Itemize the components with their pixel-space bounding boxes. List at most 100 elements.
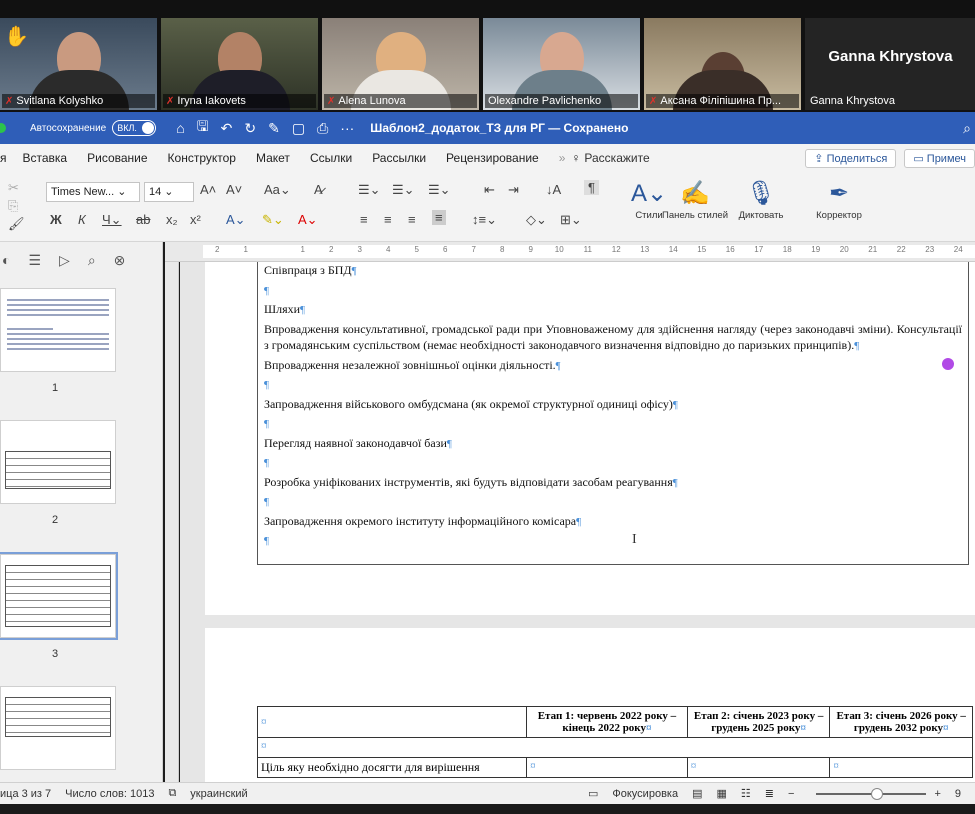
close-icon[interactable]: ⊗ <box>114 252 126 269</box>
tab-review[interactable]: Рецензирование <box>446 151 539 165</box>
word-count[interactable]: Число слов: 1013 <box>65 788 154 800</box>
window-zoom-button[interactable] <box>0 123 6 133</box>
new-doc-icon[interactable]: ▢ <box>292 120 305 137</box>
tab-mailings[interactable]: Рассылки <box>372 151 426 165</box>
tab-home[interactable]: я <box>0 151 7 165</box>
page-thumbnail[interactable] <box>0 420 116 504</box>
font-size-select[interactable]: 14 ⌄ <box>144 182 194 202</box>
table-header-stage-1[interactable]: Етап 1: червень 2022 року – кінець 2022 … <box>526 706 688 738</box>
proofing-icon[interactable]: ⧉ <box>168 787 176 800</box>
format-painter-icon[interactable]: 🖌 <box>8 216 25 232</box>
cut-icon[interactable]: ✂ <box>8 180 19 196</box>
numbering-icon[interactable]: ☰⌄ <box>392 182 415 198</box>
vertical-ruler[interactable] <box>165 262 179 782</box>
strikethrough-icon[interactable]: ab <box>136 212 150 227</box>
table-cell[interactable]: ¤ <box>829 757 973 778</box>
share-button[interactable]: ⇪ Поделиться <box>805 148 897 168</box>
page-thumbnail[interactable] <box>0 552 118 640</box>
page-indicator[interactable]: ица 3 из 7 <box>0 788 51 800</box>
focus-icon[interactable]: ▭ <box>588 787 598 800</box>
video-tile[interactable]: Ganna Khrystova Ganna Khrystova <box>805 18 975 110</box>
autosave-toggle[interactable]: ВКЛ. <box>112 120 157 136</box>
bullets-icon[interactable]: ☰⌄ <box>358 182 381 198</box>
comments-button[interactable]: ▭ Примеч <box>904 148 975 168</box>
align-right-icon[interactable]: ≡ <box>408 212 416 227</box>
search-icon[interactable]: ⌕ <box>88 252 96 269</box>
thumbnails-icon[interactable]: ◐ <box>2 252 10 269</box>
align-left-icon[interactable]: ≡ <box>360 212 368 227</box>
table-header-stage-2[interactable]: Етап 2: січень 2023 року – грудень 2025 … <box>686 706 831 738</box>
print-layout-icon[interactable]: ▤ <box>692 787 702 800</box>
subscript-icon[interactable]: x₂ <box>166 212 178 227</box>
superscript-icon[interactable]: x² <box>190 212 201 227</box>
page-thumbnail[interactable] <box>0 686 116 770</box>
draft-view-icon[interactable]: ≣ <box>765 787 774 800</box>
video-tile[interactable]: ✗ Аксана Філіпішина Пр... <box>644 18 801 110</box>
outline-view-icon[interactable]: ☷ <box>741 787 751 800</box>
video-tile[interactable]: ✗ Iryna Iakovets <box>161 18 318 110</box>
more-icon[interactable]: ··· <box>340 120 354 136</box>
tab-insert[interactable]: Вставка <box>23 151 68 165</box>
document-canvas[interactable]: Співпраця з БПД¶ ¶ Шляхи¶ Впровадження к… <box>180 262 975 782</box>
grow-font-icon[interactable]: A˄ <box>200 182 216 197</box>
shrink-font-icon[interactable]: A˅ <box>226 182 242 197</box>
search-icon[interactable]: ⌕ <box>963 120 971 137</box>
zoom-in-icon[interactable]: + <box>934 788 940 800</box>
document-page[interactable]: ¤ Етап 1: червень 2022 року – кінець 202… <box>205 628 975 782</box>
borders-icon[interactable]: ⊞⌄ <box>560 212 582 228</box>
decrease-indent-icon[interactable]: ⇤ <box>484 182 495 198</box>
table-cell[interactable]: Співпраця з БПД¶ ¶ Шляхи¶ Впровадження к… <box>257 262 969 565</box>
font-color-icon[interactable]: A⌄ <box>298 212 318 228</box>
web-layout-icon[interactable]: ▦ <box>717 787 727 800</box>
language-indicator[interactable]: украинский <box>190 788 247 800</box>
change-case-icon[interactable]: Aa⌄ <box>264 182 291 198</box>
page-thumbnail[interactable] <box>0 288 116 372</box>
tab-layout[interactable]: Макет <box>256 151 290 165</box>
increase-indent-icon[interactable]: ⇥ <box>508 182 519 198</box>
video-tile[interactable]: Olexandre Pavlichenko <box>483 18 640 110</box>
font-family-select[interactable]: Times New... ⌄ <box>46 182 140 202</box>
table-cell[interactable]: ¤ <box>526 757 688 778</box>
zoom-out-icon[interactable]: − <box>788 788 794 800</box>
text-effects-icon[interactable]: A⌄ <box>226 212 246 228</box>
document-page[interactable]: Співпраця з БПД¶ ¶ Шляхи¶ Впровадження к… <box>205 262 975 615</box>
undo-icon[interactable]: ↶ <box>221 120 233 137</box>
overflow-chevron-icon[interactable]: » <box>559 151 566 165</box>
justify-icon[interactable]: ≡ <box>432 210 446 225</box>
table-header-stage-3[interactable]: Етап 3: січень 2026 року – грудень 2032 … <box>829 706 973 738</box>
align-center-icon[interactable]: ≡ <box>384 212 392 227</box>
video-tile[interactable]: ✗ Alena Lunova <box>322 18 479 110</box>
editor-button[interactable]: ✒ Корректор <box>804 178 874 221</box>
italic-icon[interactable]: К <box>78 212 86 227</box>
redo-icon[interactable]: ↻ <box>244 120 256 137</box>
table-cell[interactable]: ¤ <box>257 737 973 758</box>
save-icon[interactable]: 🖫 <box>197 116 209 140</box>
tab-design[interactable]: Конструктор <box>168 151 236 165</box>
clear-format-icon[interactable]: A̷ <box>314 182 323 197</box>
edit-icon[interactable]: ✎ <box>268 120 280 137</box>
home-icon[interactable]: ⌂ <box>176 120 184 136</box>
multilevel-icon[interactable]: ☰⌄ <box>428 182 451 198</box>
zoom-slider-handle[interactable] <box>871 787 884 800</box>
tab-references[interactable]: Ссылки <box>310 151 352 165</box>
dictate-button[interactable]: 🎙 Диктовать <box>726 178 796 221</box>
table-cell[interactable]: ¤ <box>686 757 831 778</box>
pages-icon[interactable]: ▷ <box>59 252 70 269</box>
sort-icon[interactable]: ↓A <box>546 182 561 197</box>
shading-icon[interactable]: ◇⌄ <box>526 212 547 228</box>
tell-me-field[interactable]: Расскажите <box>584 151 649 165</box>
video-tile[interactable]: ✋ ✗ Svitlana Kolyshko <box>0 18 157 110</box>
copy-icon[interactable]: ⎘ <box>8 198 18 214</box>
table-cell[interactable]: Ціль яку необхідно досягти для вирішення <box>256 757 528 778</box>
print-icon[interactable]: ⎙ <box>317 120 328 137</box>
zoom-level[interactable]: 9 <box>955 788 961 800</box>
highlight-icon[interactable]: ✎⌄ <box>262 212 284 228</box>
zoom-slider[interactable] <box>816 787 927 800</box>
focus-mode-button[interactable]: Фокусировка <box>612 788 678 800</box>
stages-table[interactable]: ¤ Етап 1: червень 2022 року – кінець 202… <box>256 706 973 778</box>
styles-pane-button[interactable]: ✍ Панель стилей <box>660 178 730 221</box>
underline-icon[interactable]: Ч⌄ <box>102 212 122 228</box>
headings-icon[interactable]: ☰ <box>28 252 41 269</box>
bold-icon[interactable]: Ж <box>50 212 62 227</box>
table-cell[interactable]: ¤ <box>256 706 528 738</box>
